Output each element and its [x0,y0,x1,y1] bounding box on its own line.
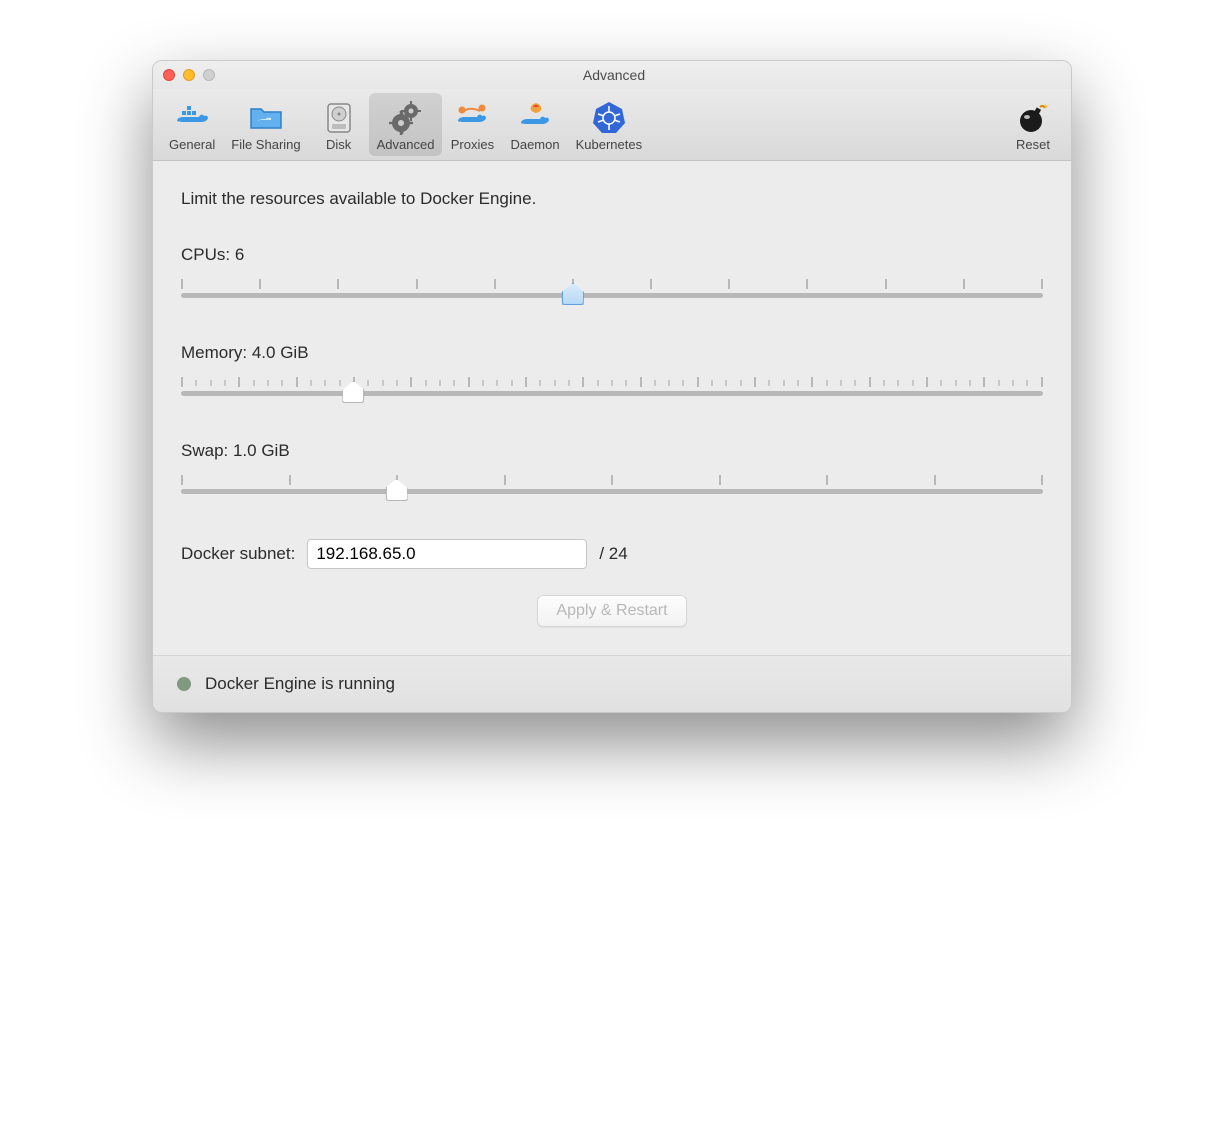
disk-icon [319,97,359,137]
tab-label: Advanced [377,137,435,152]
apply-restart-button[interactable]: Apply & Restart [537,595,686,627]
tab-disk[interactable]: Disk [309,93,369,156]
tab-label: Reset [1016,137,1050,152]
memory-label: Memory: 4.0 GiB [181,343,1043,363]
cpus-label: CPUs: 6 [181,245,1043,265]
tab-reset[interactable]: Reset [1003,93,1063,156]
tab-label: General [169,137,215,152]
swap-slider[interactable] [181,469,1043,505]
window-title: Advanced [167,67,1061,83]
cpus-slider[interactable] [181,273,1043,309]
page-description: Limit the resources available to Docker … [181,189,1043,209]
status-indicator-icon [177,677,191,691]
swap-section: Swap: 1.0 GiB [181,441,1043,505]
preferences-window: Advanced General File Sharing Disk [152,60,1072,713]
daemon-icon [515,97,555,137]
whale-icon [172,97,212,137]
gears-icon [386,97,426,137]
tab-label: Kubernetes [576,137,643,152]
titlebar: Advanced [153,61,1071,89]
tab-general[interactable]: General [161,93,223,156]
docker-subnet-input[interactable] [307,539,587,569]
status-bar: Docker Engine is running [153,655,1071,712]
status-text: Docker Engine is running [205,674,395,694]
tab-label: Daemon [510,137,559,152]
tab-daemon[interactable]: Daemon [502,93,567,156]
tab-label: Disk [326,137,351,152]
tab-label: File Sharing [231,137,300,152]
cpus-section: CPUs: 6 [181,245,1043,309]
swap-label: Swap: 1.0 GiB [181,441,1043,461]
tab-proxies[interactable]: Proxies [442,93,502,156]
tab-filesharing[interactable]: File Sharing [223,93,308,156]
tab-advanced[interactable]: Advanced [369,93,443,156]
content-area: Limit the resources available to Docker … [153,161,1071,655]
docker-subnet-suffix: / 24 [599,544,627,564]
bomb-icon [1013,97,1053,137]
folder-icon [246,97,286,137]
kubernetes-icon [589,97,629,137]
memory-section: Memory: 4.0 GiB [181,343,1043,407]
tab-kubernetes[interactable]: Kubernetes [568,93,651,156]
docker-subnet-label: Docker subnet: [181,544,295,564]
tab-label: Proxies [451,137,494,152]
toolbar: General File Sharing Disk Adva [153,89,1071,161]
memory-slider[interactable] [181,371,1043,407]
proxies-icon [452,97,492,137]
docker-subnet-row: Docker subnet: / 24 [181,539,1043,569]
